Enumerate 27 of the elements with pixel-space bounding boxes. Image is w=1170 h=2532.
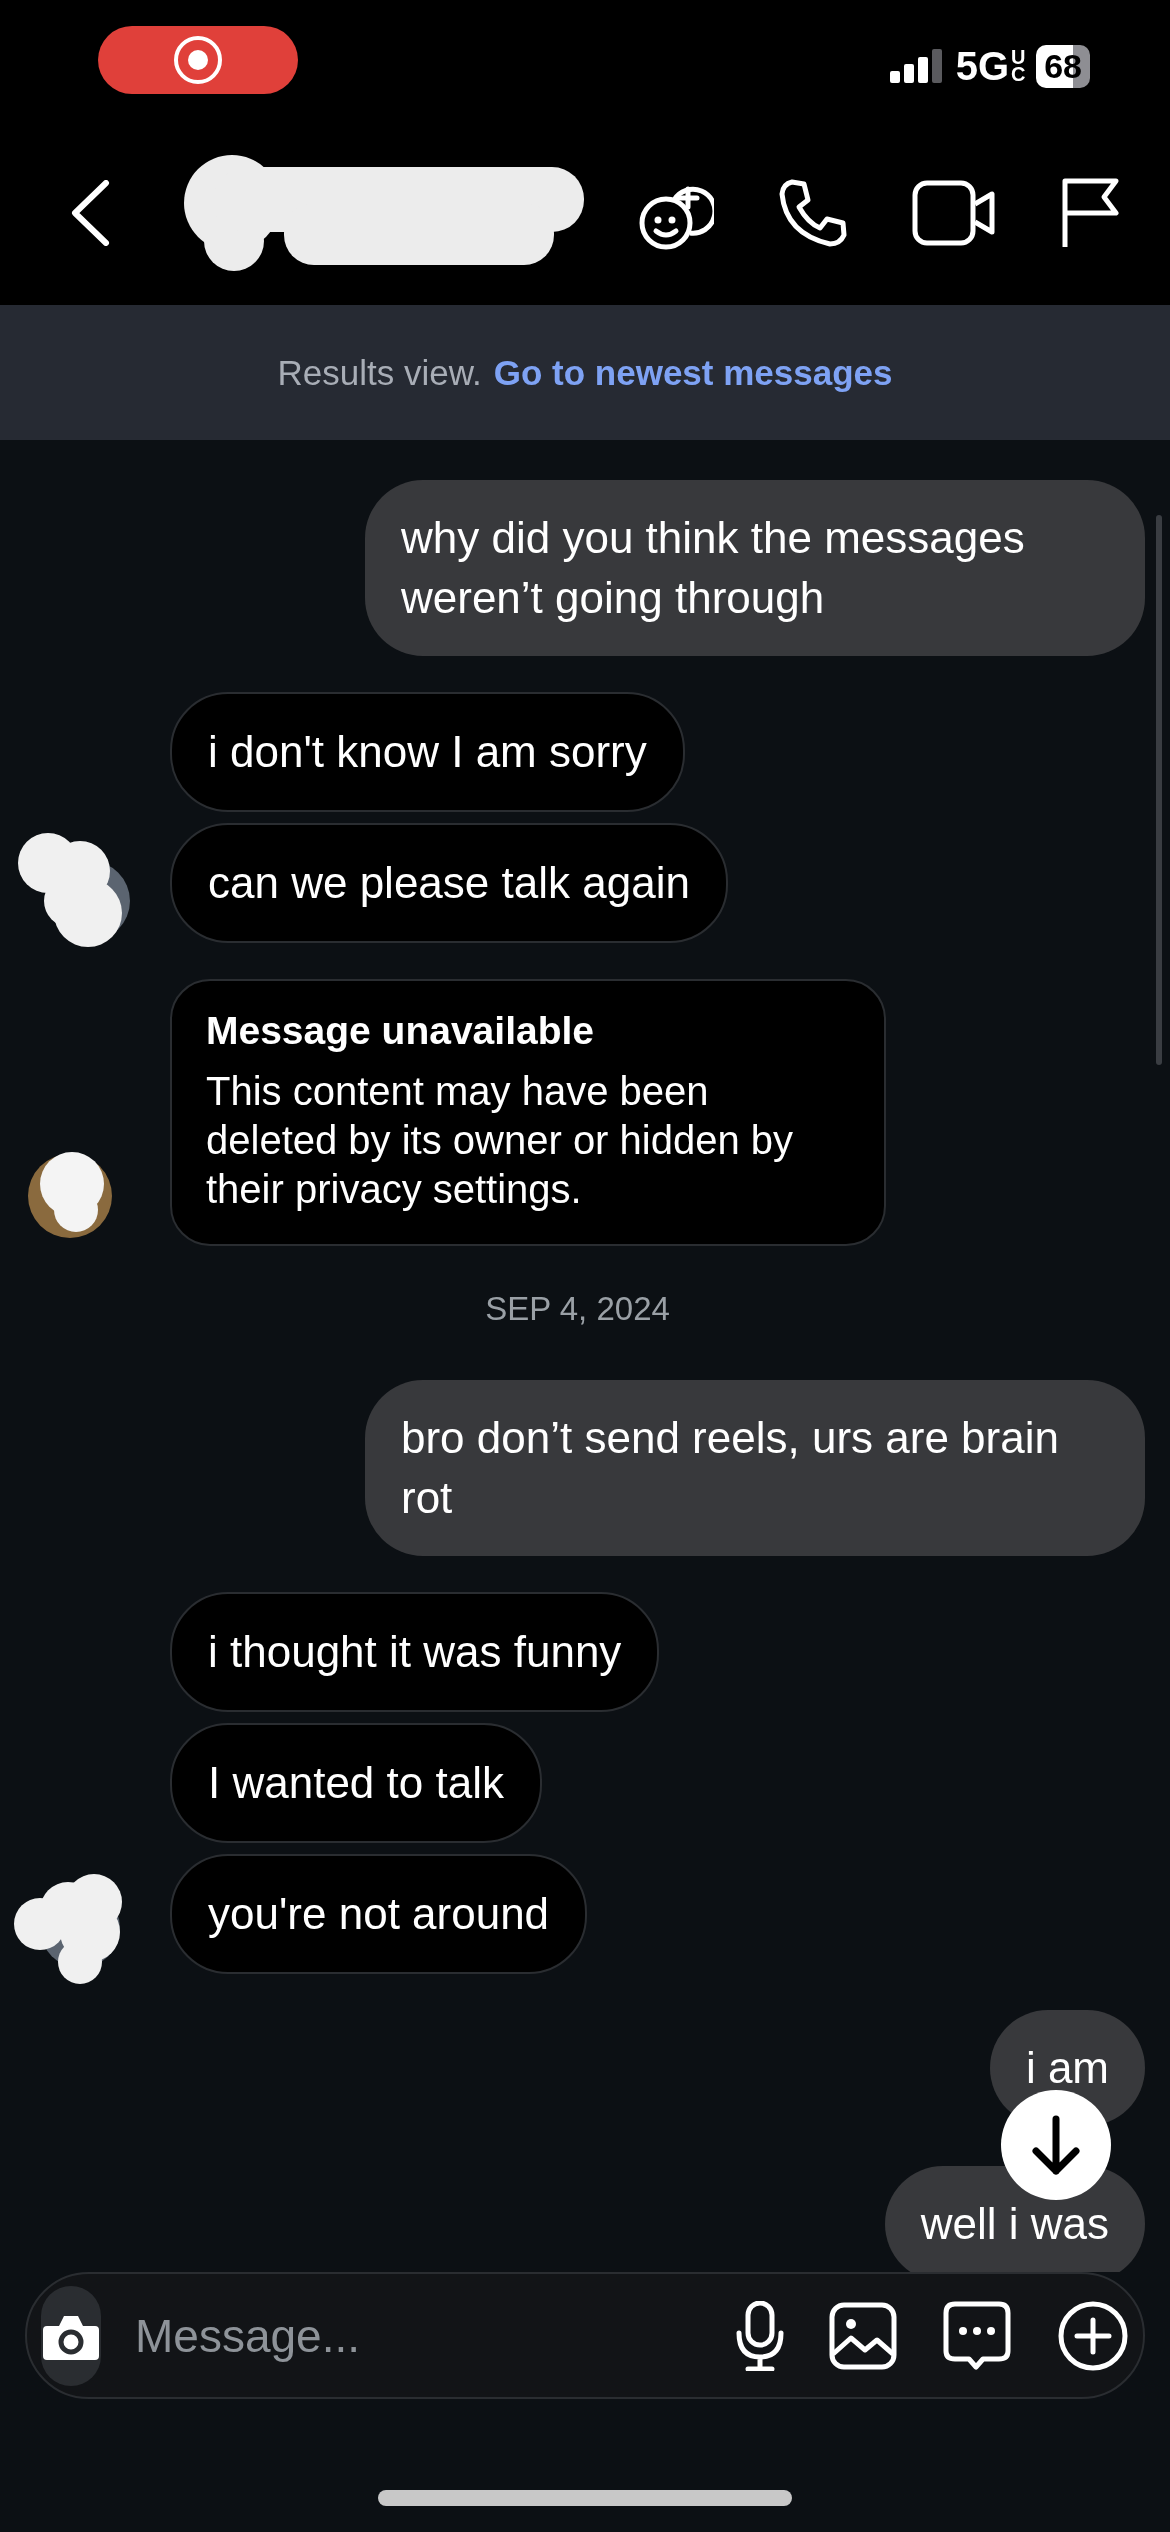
gallery-icon[interactable]: [829, 2301, 897, 2370]
add-icon[interactable]: [1057, 2299, 1129, 2372]
back-icon[interactable]: [70, 179, 110, 246]
network-label: 5G: [955, 43, 1010, 89]
results-text: Results view.: [277, 352, 482, 393]
date-label: SEP 4, 2024: [485, 1290, 670, 1328]
message-bubble: you're not around: [170, 1854, 588, 1974]
video-icon[interactable]: [912, 179, 996, 246]
microphone-icon[interactable]: [735, 2300, 785, 2371]
camera-button[interactable]: [41, 2285, 101, 2386]
newest-messages-link[interactable]: Go to newest messages: [493, 352, 893, 393]
message-bubble: can we please talk again: [170, 823, 728, 943]
message-bubble: i thought it was funny: [170, 1592, 660, 1712]
unavailable-title: Message unavailable: [206, 1009, 596, 1053]
signal-icon: [889, 49, 942, 83]
phone-icon[interactable]: [778, 177, 848, 248]
message-bubble: bro don’t send reels, urs are brain rot: [365, 1380, 1145, 1556]
network-type-label: UC: [1011, 49, 1023, 83]
record-icon: [172, 34, 224, 86]
unavailable-text: This content may have been deleted by its owner or hidden by their privacy settings.: [206, 1068, 795, 1213]
message-bubble: I wanted to talk: [170, 1723, 542, 1843]
flag-icon[interactable]: [1060, 176, 1120, 249]
message-bubble: i don't know I am sorry: [170, 692, 685, 812]
message-bubble: well i was: [884, 2166, 1145, 2272]
message-bubble: why did you think the messages weren’t going through: [365, 480, 1145, 656]
battery-level: 68: [1036, 44, 1090, 88]
chat-bubble-icon[interactable]: [941, 2300, 1013, 2371]
